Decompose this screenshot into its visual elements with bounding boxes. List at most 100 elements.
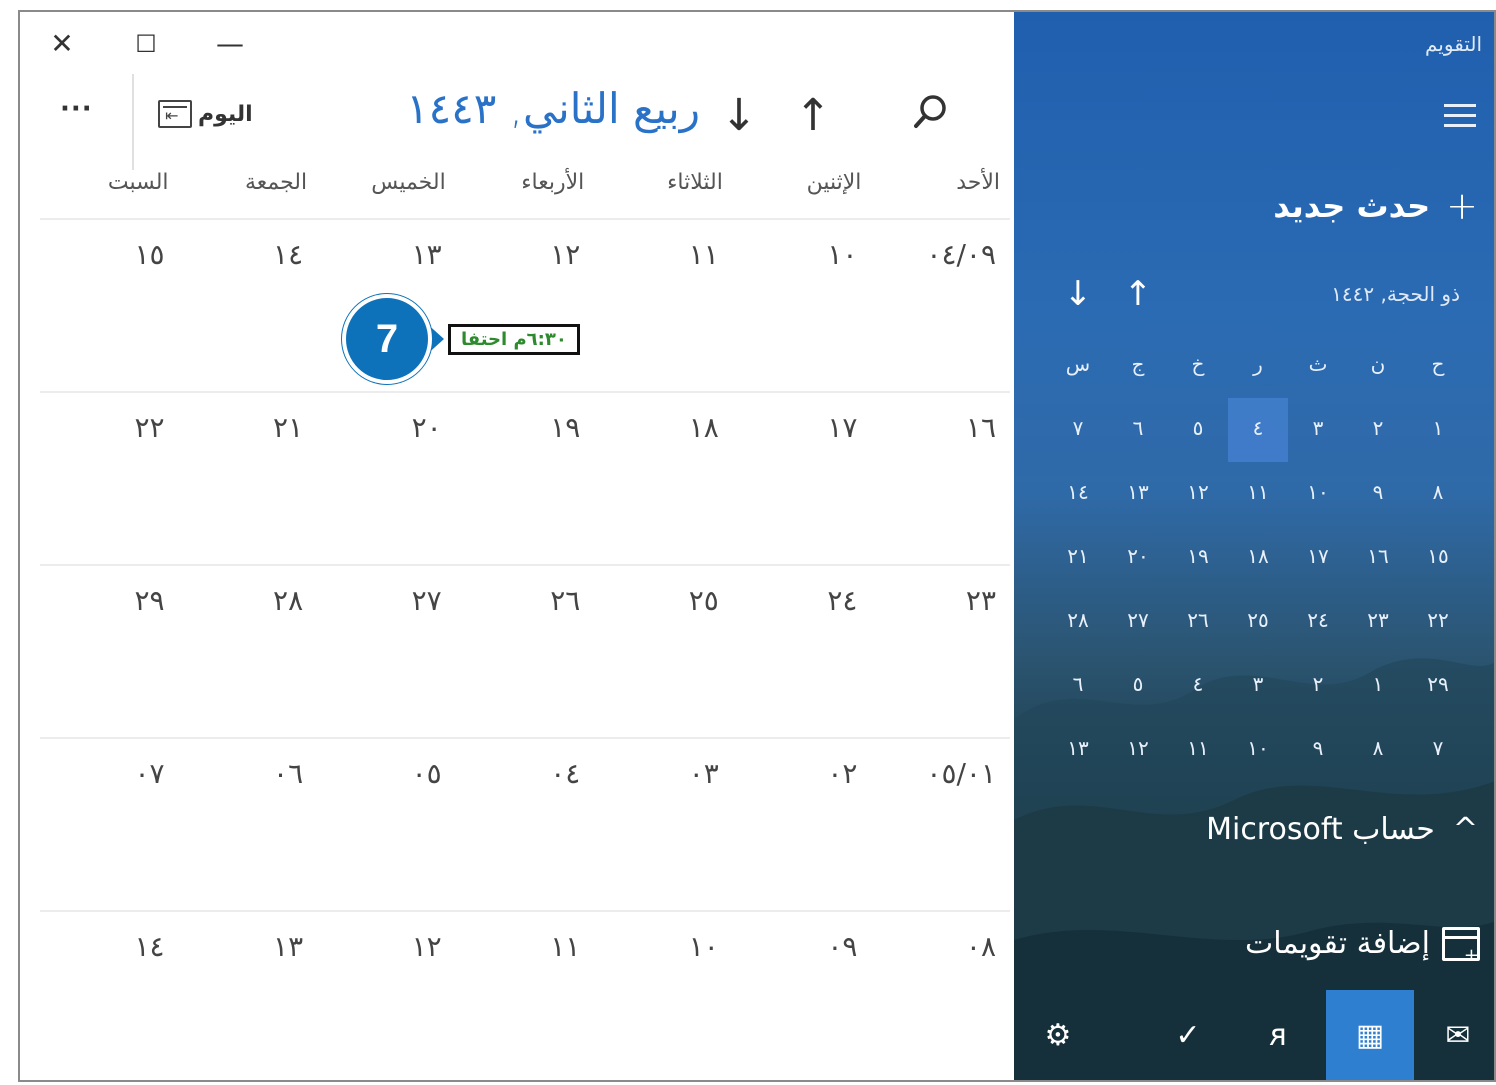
day-cell[interactable]: ١٥ xyxy=(40,220,179,391)
day-cell[interactable]: ١١ xyxy=(456,912,595,1080)
mini-day[interactable]: ١١ xyxy=(1168,718,1228,782)
mini-day-today[interactable]: ٤ xyxy=(1228,398,1288,462)
mini-day[interactable]: ٤ xyxy=(1168,654,1228,718)
day-cell[interactable]: ١٢ xyxy=(317,912,456,1080)
mini-day[interactable]: ٣ xyxy=(1288,398,1348,462)
day-cell[interactable]: ٠٤ xyxy=(456,739,595,910)
day-cell[interactable]: ٠٣ xyxy=(594,739,733,910)
day-cell[interactable]: ٠٤/٠٩ xyxy=(871,220,1010,391)
mini-day[interactable]: ٢ xyxy=(1288,654,1348,718)
mini-day[interactable]: ١٢ xyxy=(1108,718,1168,782)
day-cell[interactable]: ١٠ xyxy=(733,220,872,391)
day-cell[interactable]: ١٩ xyxy=(456,393,595,564)
mini-day[interactable]: ١٦ xyxy=(1348,526,1408,590)
day-cell[interactable]: ٢٤ xyxy=(733,566,872,737)
previous-month-button[interactable]: ↑ xyxy=(788,86,838,146)
mini-day[interactable]: ٢٤ xyxy=(1288,590,1348,654)
people-icon[interactable]: ᴙ xyxy=(1234,990,1322,1080)
mini-day[interactable]: ٢٢ xyxy=(1408,590,1468,654)
day-cell[interactable]: ٢١ xyxy=(179,393,318,564)
mini-day[interactable]: ١ xyxy=(1408,398,1468,462)
mini-day[interactable]: ١ xyxy=(1348,654,1408,718)
day-cell[interactable]: ١٣ xyxy=(179,912,318,1080)
mini-day[interactable]: ٥ xyxy=(1168,398,1228,462)
mini-day[interactable]: ٨ xyxy=(1348,718,1408,782)
mini-day[interactable]: ٥ xyxy=(1108,654,1168,718)
mail-icon[interactable]: ✉ xyxy=(1414,990,1494,1080)
more-options-button[interactable]: ··· xyxy=(60,94,93,124)
mini-day[interactable]: ١٤ xyxy=(1048,462,1108,526)
day-cell[interactable]: ١٤ xyxy=(179,220,318,391)
mini-day[interactable]: ٦ xyxy=(1108,398,1168,462)
next-month-button[interactable]: ↓ xyxy=(714,86,764,146)
day-cell[interactable]: ٢٣ xyxy=(871,566,1010,737)
day-cell[interactable]: ٢٠ xyxy=(317,393,456,564)
maximize-window-button[interactable]: ☐ xyxy=(126,24,166,64)
hamburger-menu-icon[interactable] xyxy=(1444,104,1476,130)
day-number: ٠٧ xyxy=(134,757,165,790)
mini-day[interactable]: ١١ xyxy=(1228,462,1288,526)
day-number: ١٩ xyxy=(550,411,581,444)
calendar-icon[interactable]: ▦ xyxy=(1326,990,1414,1080)
mini-day[interactable]: ١٠ xyxy=(1288,462,1348,526)
mini-day[interactable]: ٢ xyxy=(1348,398,1408,462)
day-cell[interactable]: ٠٨ xyxy=(871,912,1010,1080)
day-cell[interactable]: ١١ xyxy=(594,220,733,391)
mini-day[interactable]: ٩ xyxy=(1288,718,1348,782)
day-cell[interactable]: ١٨ xyxy=(594,393,733,564)
mini-day[interactable]: ٢١ xyxy=(1048,526,1108,590)
day-cell[interactable]: ٢٧ xyxy=(317,566,456,737)
day-cell[interactable]: ١٦ xyxy=(871,393,1010,564)
mini-day[interactable]: ٨ xyxy=(1408,462,1468,526)
day-cell[interactable]: ٠٩ xyxy=(733,912,872,1080)
mini-day[interactable]: ١٩ xyxy=(1168,526,1228,590)
mini-day[interactable]: ٦ xyxy=(1048,654,1108,718)
day-cell[interactable]: ١٧ xyxy=(733,393,872,564)
day-cell[interactable]: ٠٦ xyxy=(179,739,318,910)
close-window-button[interactable]: ✕ xyxy=(42,24,82,64)
day-cell[interactable]: ٢٦ xyxy=(456,566,595,737)
mini-day[interactable]: ٢٣ xyxy=(1348,590,1408,654)
mini-day[interactable]: ٣ xyxy=(1228,654,1288,718)
mini-day[interactable]: ٧ xyxy=(1408,718,1468,782)
day-cell[interactable]: ١٠ xyxy=(594,912,733,1080)
mini-day[interactable]: ٢٠ xyxy=(1108,526,1168,590)
day-cell[interactable]: ٠٥/٠١ xyxy=(871,739,1010,910)
mini-next-month-button[interactable]: ↓ xyxy=(1058,274,1098,314)
mini-day[interactable]: ٢٨ xyxy=(1048,590,1108,654)
new-event-button[interactable]: + حدث جديد xyxy=(1273,184,1478,228)
minimize-window-button[interactable]: — xyxy=(210,24,250,64)
day-cell[interactable]: ٢٩ xyxy=(40,566,179,737)
mini-day[interactable]: ١٥ xyxy=(1408,526,1468,590)
todo-icon[interactable]: ✓ xyxy=(1144,990,1232,1080)
day-cell[interactable]: ٠٢ xyxy=(733,739,872,910)
mini-day[interactable]: ٢٥ xyxy=(1228,590,1288,654)
day-cell[interactable]: ٢٢ xyxy=(40,393,179,564)
mini-day[interactable]: ١٧ xyxy=(1288,526,1348,590)
mini-previous-month-button[interactable]: ↑ xyxy=(1118,274,1158,314)
mini-calendar-title[interactable]: ذو الحجة, ١٤٤٢ xyxy=(1331,282,1460,306)
mini-day[interactable]: ٢٦ xyxy=(1168,590,1228,654)
mini-day[interactable]: ١٢ xyxy=(1168,462,1228,526)
mini-day[interactable]: ١٣ xyxy=(1048,718,1108,782)
today-button[interactable]: اليوم xyxy=(158,100,253,128)
day-cell[interactable]: ٢٥ xyxy=(594,566,733,737)
day-number: ١٧ xyxy=(827,411,858,444)
day-cell[interactable]: ٠٧ xyxy=(40,739,179,910)
mini-day[interactable]: ٧ xyxy=(1048,398,1108,462)
mini-day[interactable]: ١٨ xyxy=(1228,526,1288,590)
month-title[interactable]: ربيع الثاني, ١٤٤٣ xyxy=(370,84,700,133)
day-cell[interactable]: ٢٨ xyxy=(179,566,318,737)
calendar-event[interactable]: ٦:٣٠م احتفا xyxy=(448,323,580,355)
day-cell[interactable]: ١٤ xyxy=(40,912,179,1080)
mini-day[interactable]: ١٠ xyxy=(1228,718,1288,782)
add-calendars-button[interactable]: إضافة تقويمات xyxy=(1245,926,1480,966)
day-cell[interactable]: ٠٥ xyxy=(317,739,456,910)
settings-icon[interactable]: ⚙ xyxy=(1014,990,1102,1080)
mini-day[interactable]: ٢٩ xyxy=(1408,654,1468,718)
mini-day[interactable]: ١٣ xyxy=(1108,462,1168,526)
mini-day[interactable]: ٩ xyxy=(1348,462,1408,526)
mini-day[interactable]: ٢٧ xyxy=(1108,590,1168,654)
search-icon[interactable] xyxy=(906,88,954,136)
microsoft-account-toggle[interactable]: ^ حساب Microsoft xyxy=(1206,812,1478,847)
